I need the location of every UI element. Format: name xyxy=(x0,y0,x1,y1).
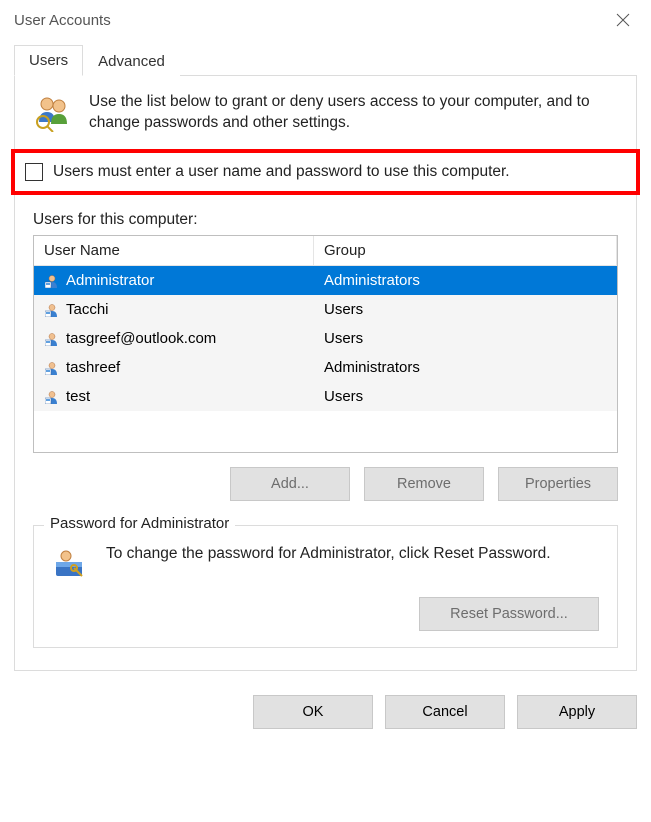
reset-password-button[interactable]: Reset Password... xyxy=(419,597,599,631)
password-row: To change the password for Administrator… xyxy=(52,544,599,583)
cancel-button[interactable]: Cancel xyxy=(385,695,505,729)
tab-advanced[interactable]: Advanced xyxy=(83,46,180,76)
dialog-footer: OK Cancel Apply xyxy=(0,683,651,743)
cell-group: Users xyxy=(314,388,617,405)
window-title: User Accounts xyxy=(14,12,111,29)
table-row[interactable]: tashreef Administrators xyxy=(34,353,617,382)
user-icon xyxy=(44,389,60,405)
table-row[interactable]: tasgreef@outlook.com Users xyxy=(34,324,617,353)
cell-username: Tacchi xyxy=(34,301,314,318)
users-icon xyxy=(33,92,73,135)
cell-group-text: Users xyxy=(324,330,363,347)
cell-username: tashreef xyxy=(34,359,314,376)
password-text: To change the password for Administrator… xyxy=(106,544,551,565)
key-icon xyxy=(52,544,88,583)
close-button[interactable] xyxy=(603,6,643,34)
cell-group: Administrators xyxy=(314,272,617,289)
users-list-label: Users for this computer: xyxy=(33,211,618,229)
cell-group: Administrators xyxy=(314,359,617,376)
user-icon xyxy=(44,331,60,347)
add-button[interactable]: Add... xyxy=(230,467,350,501)
checkbox-box[interactable] xyxy=(25,163,43,181)
users-listview[interactable]: User Name Group AdministratorAdministrat… xyxy=(33,235,618,453)
cell-username: test xyxy=(34,388,314,405)
ok-button[interactable]: OK xyxy=(253,695,373,729)
tabstrip: Users Advanced xyxy=(14,44,637,76)
tab-panel-users: Use the list below to grant or deny user… xyxy=(14,76,637,671)
cell-username-text: tashreef xyxy=(66,359,120,376)
cell-username-text: tasgreef@outlook.com xyxy=(66,330,216,347)
properties-button[interactable]: Properties xyxy=(498,467,618,501)
user-icon xyxy=(44,273,60,289)
table-row[interactable]: Tacchi Users xyxy=(34,295,617,324)
cell-group: Users xyxy=(314,330,617,347)
list-body: AdministratorAdministratorsTacchiUsersta… xyxy=(34,266,617,411)
cell-username-text: test xyxy=(66,388,90,405)
password-groupbox: Password for Administrator To change the… xyxy=(33,525,618,648)
cell-group-text: Users xyxy=(324,301,363,318)
password-legend: Password for Administrator xyxy=(44,515,235,532)
dialog-content: Users Advanced Use the list below to gra… xyxy=(0,44,651,683)
intro-text: Use the list below to grant or deny user… xyxy=(89,92,618,134)
password-button-row: Reset Password... xyxy=(52,597,599,631)
cell-username-text: Administrator xyxy=(66,272,154,289)
checkbox-label: Users must enter a user name and passwor… xyxy=(53,163,510,181)
list-header: User Name Group xyxy=(34,236,617,266)
tab-users[interactable]: Users xyxy=(14,45,83,76)
cell-username-text: Tacchi xyxy=(66,301,109,318)
column-username[interactable]: User Name xyxy=(34,236,314,265)
apply-button[interactable]: Apply xyxy=(517,695,637,729)
cell-group: Users xyxy=(314,301,617,318)
table-row[interactable]: Administrator Administrators xyxy=(34,266,617,295)
column-group[interactable]: Group xyxy=(314,236,617,265)
cell-group-text: Administrators xyxy=(324,359,420,376)
highlighted-checkbox-region: Users must enter a user name and passwor… xyxy=(11,149,640,195)
close-icon xyxy=(616,13,630,27)
intro-row: Use the list below to grant or deny user… xyxy=(33,92,618,135)
titlebar: User Accounts xyxy=(0,0,651,40)
cell-username: tasgreef@outlook.com xyxy=(34,330,314,347)
cell-username: Administrator xyxy=(34,272,314,289)
table-row[interactable]: test Users xyxy=(34,382,617,411)
must-enter-password-check[interactable]: Users must enter a user name and passwor… xyxy=(25,163,626,181)
user-icon xyxy=(44,360,60,376)
list-buttons-row: Add... Remove Properties xyxy=(33,467,618,501)
cell-group-text: Administrators xyxy=(324,272,420,289)
user-icon xyxy=(44,302,60,318)
cell-group-text: Users xyxy=(324,388,363,405)
remove-button[interactable]: Remove xyxy=(364,467,484,501)
